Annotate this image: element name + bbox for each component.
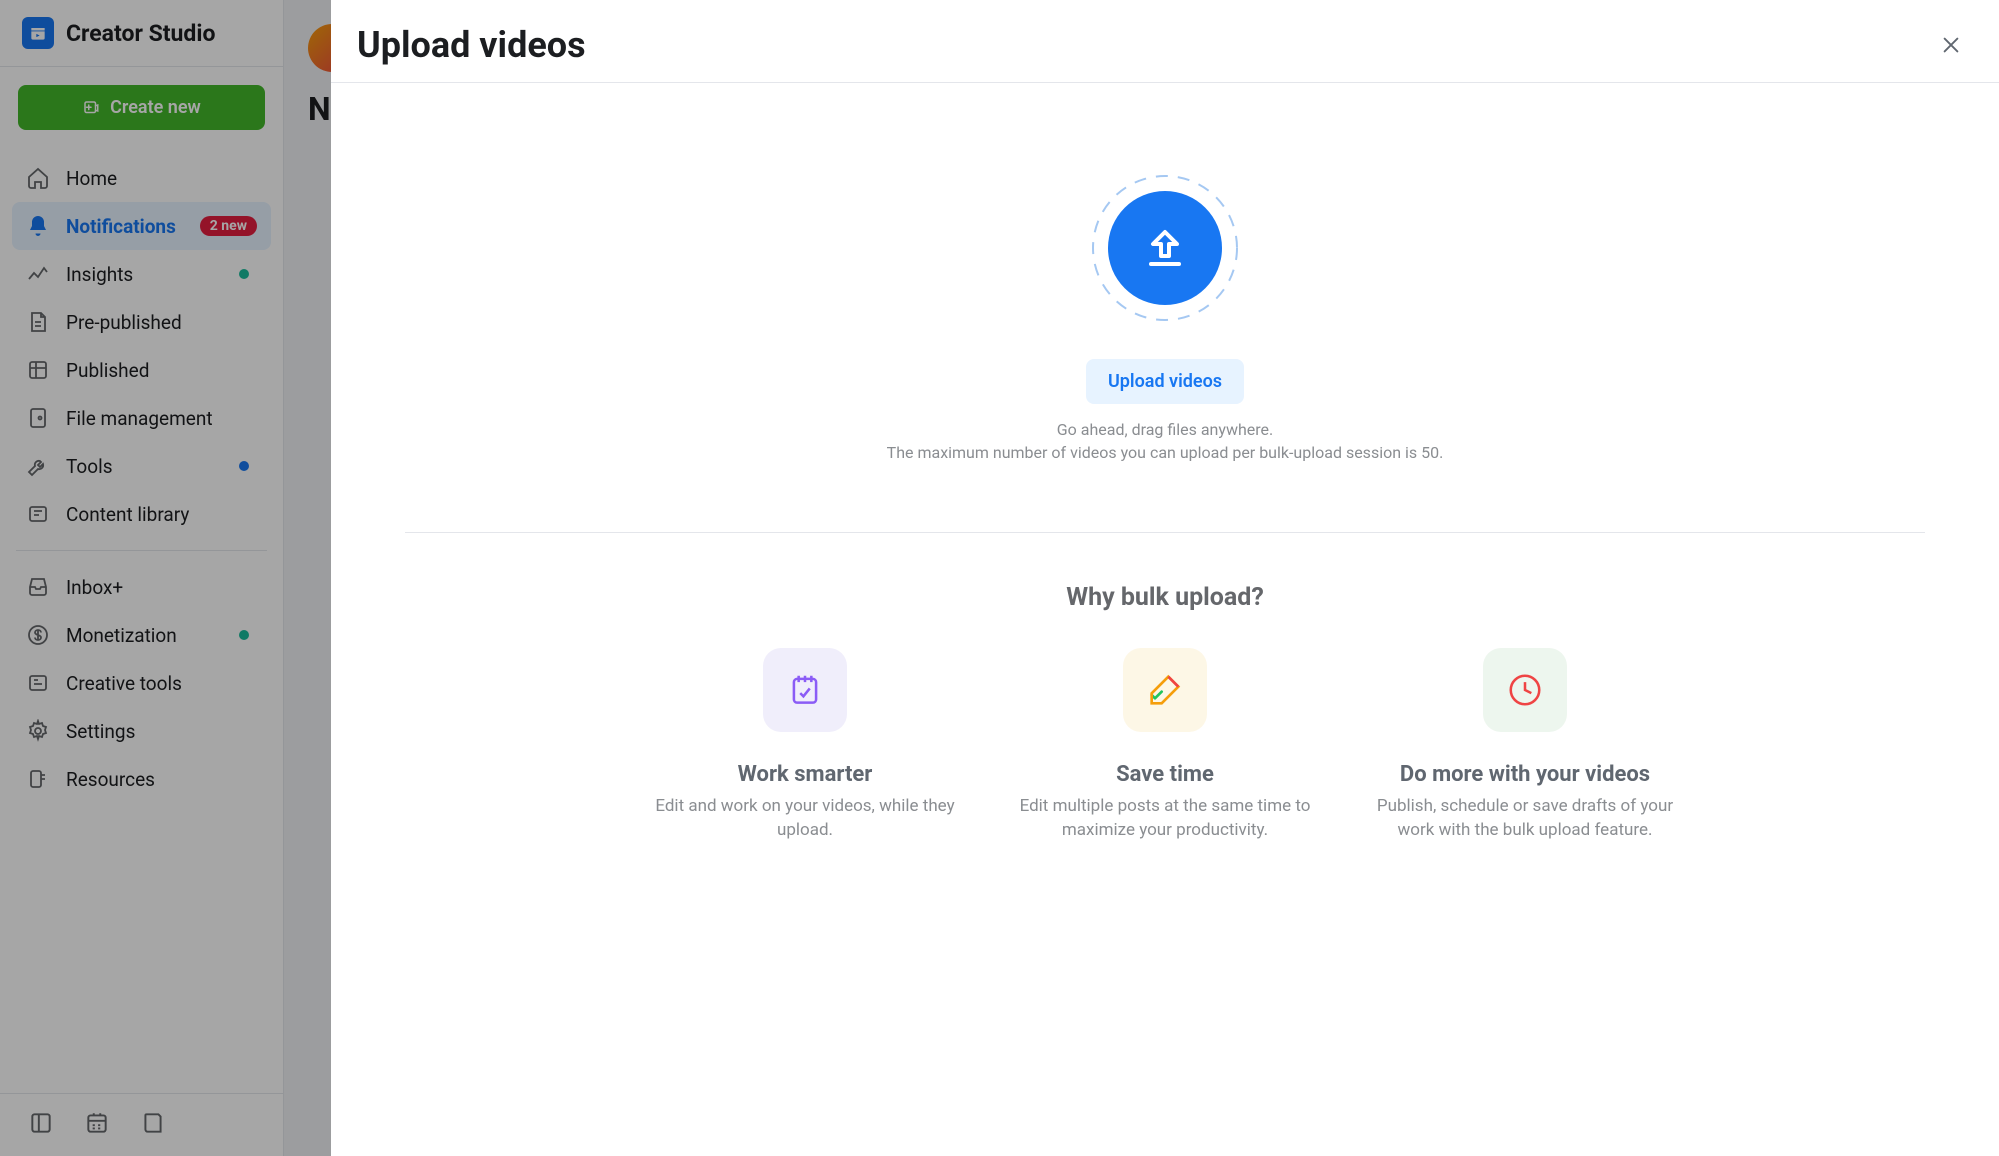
modal-header: Upload videos [331,0,1999,83]
upload-drop-target[interactable] [1090,173,1240,323]
upload-videos-button[interactable]: Upload videos [1086,359,1244,404]
benefit-title: Save time [1116,762,1214,787]
benefit-desc: Edit multiple posts at the same time to … [1015,795,1315,843]
pencil-check-icon [1123,648,1207,732]
close-icon [1940,34,1962,56]
benefit-save-time: Save time Edit multiple posts at the sam… [1015,648,1315,843]
upload-hint-1: Go ahead, drag files anywhere. [1057,420,1274,439]
benefit-row: Work smarter Edit and work on your video… [655,648,1675,843]
upload-hint-2: The maximum number of videos you can upl… [887,443,1444,462]
why-heading: Why bulk upload? [655,583,1675,612]
modal-title: Upload videos [357,24,586,66]
modal-body: Upload videos Go ahead, drag files anywh… [331,83,1999,1156]
notepad-icon [763,648,847,732]
clock-icon [1483,648,1567,732]
benefit-title: Work smarter [738,762,873,787]
section-divider [405,532,1925,533]
upload-modal: Upload videos Upload videos Go ahead, dr… [331,0,1999,1156]
benefit-work-smarter: Work smarter Edit and work on your video… [655,648,955,843]
upload-arrow-icon [1141,224,1189,272]
why-bulk-upload-section: Why bulk upload? Work smarter Edit and w… [655,583,1675,843]
benefit-desc: Edit and work on your videos, while they… [655,795,955,843]
benefit-desc: Publish, schedule or save drafts of your… [1375,795,1675,843]
benefit-do-more: Do more with your videos Publish, schedu… [1375,648,1675,843]
close-button[interactable] [1933,27,1969,63]
benefit-title: Do more with your videos [1400,762,1650,787]
